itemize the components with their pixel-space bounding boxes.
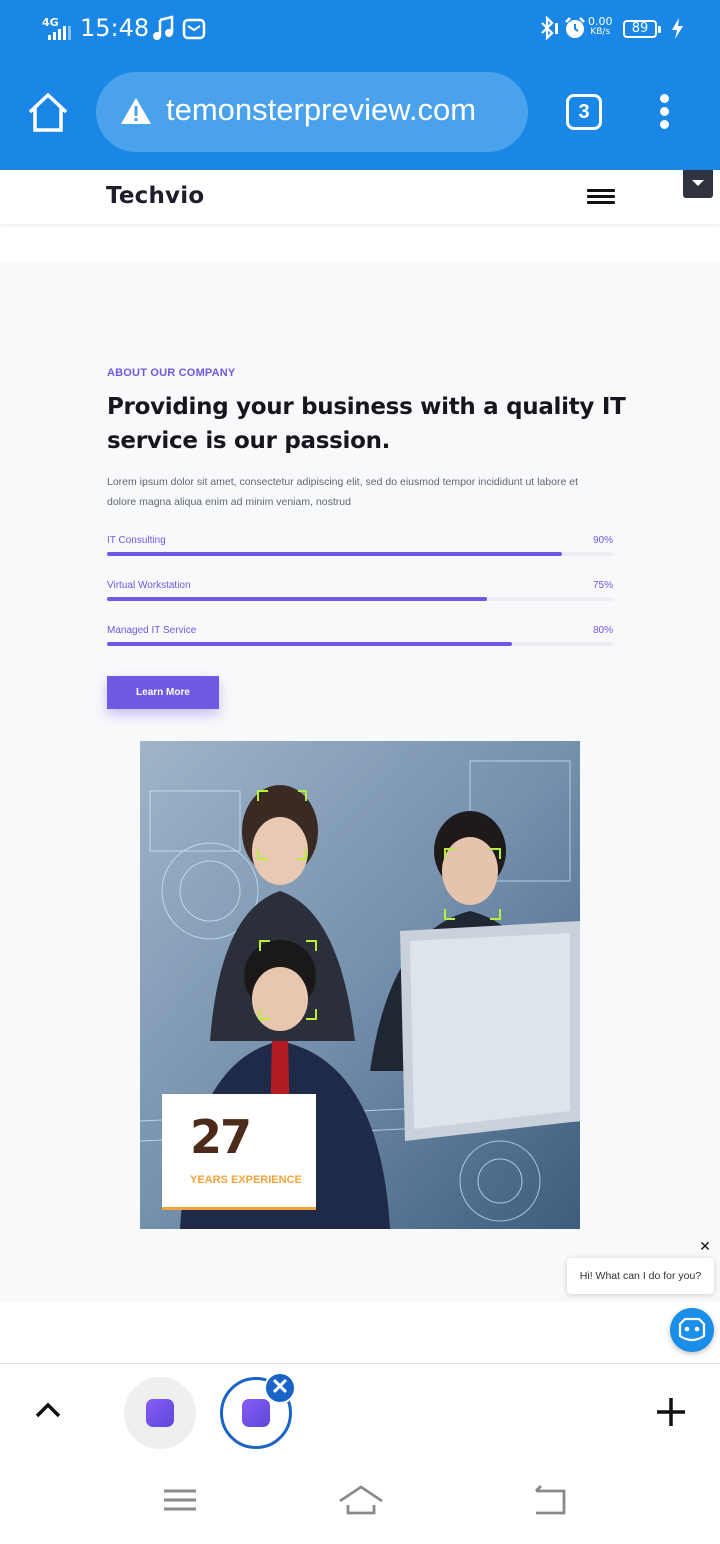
skill-fill — [107, 552, 563, 556]
skill-track — [107, 642, 613, 646]
about-section: ABOUT OUR COMPANY Providing your busines… — [0, 262, 720, 1302]
tab-switcher-button[interactable]: 3 — [566, 94, 602, 130]
browser-chrome: 4G 15:48 0.00 KB/s 89 temonsterpreview.c… — [0, 0, 720, 170]
skill-track — [107, 597, 613, 601]
new-tab-plus-icon[interactable] — [655, 1396, 687, 1428]
chat-bot-icon[interactable] — [670, 1308, 714, 1352]
clock: 15:48 — [80, 14, 150, 42]
site-logo[interactable]: Techvio — [106, 183, 204, 209]
url-text[interactable]: temonsterpreview.com — [166, 92, 476, 128]
skill-label: Managed IT Service — [107, 625, 197, 636]
learn-more-button[interactable]: Learn More — [107, 676, 219, 709]
chat-close-icon[interactable]: ✕ — [698, 1239, 712, 1253]
skill-bar: Managed IT Service 80% — [107, 625, 613, 655]
system-navigation-bar — [0, 1461, 720, 1544]
skill-percent: 80% — [592, 625, 613, 636]
skill-percent: 75% — [592, 580, 613, 591]
network-speed: 0.00 KB/s — [588, 15, 613, 37]
site-header: Techvio — [0, 170, 720, 224]
alarm-icon — [565, 17, 585, 38]
tab-thumbnail[interactable] — [124, 1377, 196, 1449]
chat-greeting[interactable]: Hi! What can I do for you? — [567, 1258, 714, 1294]
battery-indicator: 89 — [623, 20, 661, 38]
skill-track — [107, 552, 613, 556]
section-eyebrow: ABOUT OUR COMPANY — [107, 367, 236, 379]
status-bar: 4G 15:48 0.00 KB/s 89 — [0, 0, 720, 58]
hamburger-menu-icon[interactable] — [587, 189, 615, 205]
home-icon[interactable] — [26, 90, 70, 134]
charging-icon — [672, 18, 683, 39]
skill-label: Virtual Workstation — [107, 580, 191, 591]
site-favicon-icon — [242, 1399, 270, 1427]
signal-icon — [48, 26, 71, 40]
browser-tab-strip: ✕ — [0, 1363, 720, 1461]
address-bar[interactable]: temonsterpreview.com — [96, 72, 528, 152]
mail-notification-icon — [182, 18, 206, 40]
site-favicon-icon — [146, 1399, 174, 1427]
close-tab-icon[interactable]: ✕ — [264, 1372, 296, 1404]
overflow-menu-icon[interactable] — [656, 94, 672, 134]
section-heading: Providing your business with a quality I… — [107, 394, 626, 454]
dropdown-toggle-icon[interactable] — [683, 170, 713, 198]
section-description: Lorem ipsum dolor sit amet, consectetur … — [107, 476, 578, 508]
music-icon — [153, 15, 174, 40]
chevron-up-icon[interactable] — [34, 1400, 62, 1420]
experience-badge: 27 YEARS EXPERIENCE — [162, 1094, 316, 1210]
bluetooth-icon — [541, 15, 558, 41]
skill-fill — [107, 642, 512, 646]
skill-label: IT Consulting — [107, 535, 166, 546]
back-nav-icon[interactable] — [530, 1483, 570, 1517]
home-nav-icon[interactable] — [338, 1483, 384, 1517]
recent-apps-icon[interactable] — [160, 1483, 200, 1517]
skill-bar: IT Consulting 90% — [107, 535, 613, 565]
experience-label: YEARS EXPERIENCE — [190, 1174, 302, 1186]
skill-fill — [107, 597, 487, 601]
warning-icon[interactable] — [120, 96, 152, 126]
skill-bar: Virtual Workstation 75% — [107, 580, 613, 610]
experience-number: 27 — [190, 1110, 252, 1164]
skill-percent: 90% — [592, 535, 613, 546]
